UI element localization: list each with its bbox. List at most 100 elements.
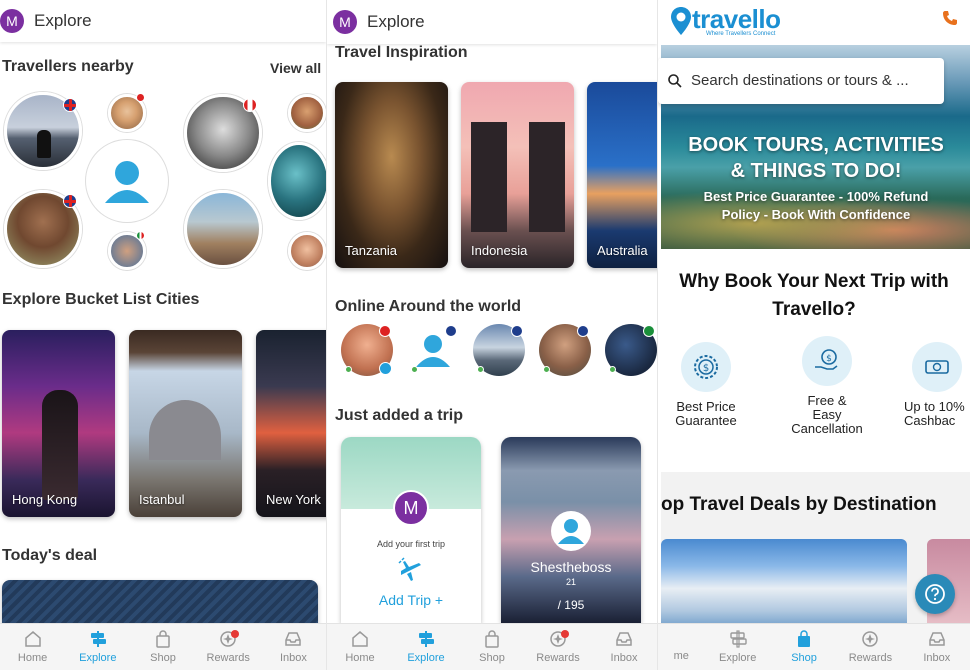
bottom-nav: Home Explore Shop Rewards Inbox bbox=[327, 623, 657, 670]
nav-rewards[interactable]: Rewards bbox=[196, 624, 261, 670]
signpost-icon bbox=[729, 630, 747, 648]
question-icon bbox=[925, 584, 945, 604]
australia-flag-icon bbox=[577, 325, 589, 337]
nav-shop[interactable]: Shop bbox=[771, 624, 837, 670]
online-indicator bbox=[609, 366, 616, 373]
inbox-icon bbox=[284, 630, 302, 648]
uk-flag-icon bbox=[63, 98, 77, 112]
feature-best-price: $ Best Price Guarantee bbox=[668, 342, 744, 428]
nav-rewards[interactable]: Rewards bbox=[837, 624, 903, 670]
svg-text:$: $ bbox=[703, 363, 709, 374]
nav-inbox[interactable]: Inbox bbox=[261, 624, 326, 670]
rewards-icon bbox=[861, 630, 879, 648]
trip-card[interactable]: Shestheboss 21 / 195 bbox=[501, 437, 641, 623]
online-indicator bbox=[543, 366, 550, 373]
just-added-heading: Just added a trip bbox=[335, 407, 464, 424]
logo-tagline: Where Travellers Connect bbox=[706, 31, 776, 37]
search-placeholder: Search destinations or tours & ... bbox=[691, 72, 909, 89]
travel-inspiration-heading: Travel Inspiration bbox=[335, 44, 468, 61]
signpost-icon bbox=[89, 630, 107, 648]
city-card[interactable]: Hong Kong bbox=[2, 330, 115, 517]
signpost-icon bbox=[417, 630, 435, 648]
online-indicator bbox=[345, 366, 352, 373]
uk-flag-icon bbox=[63, 194, 77, 208]
city-label: Hong Kong bbox=[12, 492, 78, 507]
italy-flag-icon bbox=[136, 231, 145, 240]
home-icon bbox=[351, 630, 369, 648]
cash-icon bbox=[912, 342, 962, 392]
price-badge-icon: $ bbox=[681, 342, 731, 392]
destination-card[interactable]: Australia bbox=[587, 82, 657, 268]
destination-label: Australia bbox=[597, 243, 648, 258]
city-label: Istanbul bbox=[139, 492, 185, 507]
why-book-heading: Why Book Your Next Trip with Travello? bbox=[679, 271, 949, 320]
verified-icon bbox=[379, 362, 392, 375]
explore-screen-2: M Explore Travel Inspiration Tanzania In… bbox=[327, 0, 657, 670]
destination-card[interactable]: Tanzania bbox=[335, 82, 448, 268]
bucket-list-heading: Explore Bucket List Cities bbox=[2, 291, 200, 308]
nav-shop[interactable]: Shop bbox=[459, 624, 525, 670]
profile-avatar[interactable]: M bbox=[333, 10, 357, 34]
nav-explore[interactable]: Explore bbox=[393, 624, 459, 670]
traveller-avatar[interactable] bbox=[184, 190, 262, 268]
city-label: New York bbox=[266, 492, 321, 507]
notification-badge bbox=[560, 630, 569, 638]
nav-home[interactable]: Home bbox=[327, 624, 393, 670]
shopping-bag-icon bbox=[483, 630, 501, 648]
page-title: Explore bbox=[34, 11, 92, 30]
user-placeholder-avatar[interactable] bbox=[86, 140, 168, 222]
uk-flag-icon bbox=[445, 325, 457, 337]
nav-explore[interactable]: Explore bbox=[704, 624, 770, 670]
nav-rewards[interactable]: Rewards bbox=[525, 624, 591, 670]
profile-avatar[interactable]: M bbox=[0, 9, 24, 33]
home-icon bbox=[24, 630, 42, 648]
location-pin-icon bbox=[671, 7, 691, 35]
travello-logo[interactable]: travello Where Travellers Connect bbox=[670, 4, 800, 40]
bottom-nav: Home Explore Shop Rewards Inbox bbox=[0, 623, 326, 670]
refund-hand-icon: $ bbox=[802, 336, 852, 386]
feature-cashback: Up to 10% Cashbac bbox=[904, 342, 970, 428]
trip-user-name: Shestheboss bbox=[530, 559, 612, 575]
search-icon bbox=[668, 74, 682, 88]
hero-line-4: Policy - Book With Confidence bbox=[721, 207, 911, 222]
svg-text:$: $ bbox=[826, 354, 832, 364]
nav-home[interactable]: Home bbox=[0, 624, 65, 670]
user-avatar: M bbox=[393, 490, 429, 526]
shop-screen: travello Where Travellers Connect Search… bbox=[658, 0, 970, 670]
hero-line-3: Best Price Guarantee - 100% Refund bbox=[703, 189, 929, 204]
phone-icon[interactable] bbox=[942, 10, 958, 31]
nav-home[interactable]: me bbox=[658, 624, 704, 670]
help-button[interactable] bbox=[915, 574, 955, 614]
search-bar[interactable]: Search destinations or tours & ... bbox=[658, 58, 944, 104]
top-bar: M Explore bbox=[0, 0, 326, 42]
trip-count-bottom: / 195 bbox=[557, 598, 585, 612]
traveller-avatar[interactable] bbox=[288, 232, 326, 270]
city-card[interactable]: Istanbul bbox=[129, 330, 242, 517]
shopping-bag-icon bbox=[795, 630, 813, 648]
traveller-avatar[interactable] bbox=[288, 94, 326, 132]
destination-card[interactable]: Indonesia bbox=[461, 82, 574, 268]
travellers-nearby-heading: Travellers nearby bbox=[2, 58, 134, 75]
flag-icon bbox=[136, 93, 145, 102]
view-all-link[interactable]: View all bbox=[270, 60, 321, 76]
destination-label: Indonesia bbox=[471, 243, 528, 258]
nav-explore[interactable]: Explore bbox=[65, 624, 130, 670]
city-card[interactable]: New York bbox=[256, 330, 326, 517]
top-bar: M Explore bbox=[327, 0, 657, 44]
add-trip-card[interactable]: M Add your first trip Add Trip + bbox=[341, 437, 481, 623]
hero-line-1: BOOK TOURS, ACTIVITIES bbox=[688, 134, 944, 156]
traveller-avatar[interactable] bbox=[268, 142, 326, 220]
flag-icon bbox=[643, 325, 655, 337]
destination-label: Tanzania bbox=[345, 243, 398, 258]
shopping-bag-icon bbox=[154, 630, 172, 648]
canada-flag-icon bbox=[243, 98, 257, 112]
nav-inbox[interactable]: Inbox bbox=[591, 624, 657, 670]
page-title: Explore bbox=[367, 12, 425, 31]
notification-badge bbox=[230, 630, 239, 638]
nav-inbox[interactable]: Inbox bbox=[904, 624, 970, 670]
add-trip-button[interactable]: Add Trip + bbox=[341, 592, 481, 608]
online-heading: Online Around the world bbox=[335, 298, 522, 315]
nav-shop[interactable]: Shop bbox=[130, 624, 195, 670]
deal-destination-card[interactable] bbox=[661, 539, 907, 629]
hero-line-2: & THINGS TO DO! bbox=[730, 160, 902, 182]
